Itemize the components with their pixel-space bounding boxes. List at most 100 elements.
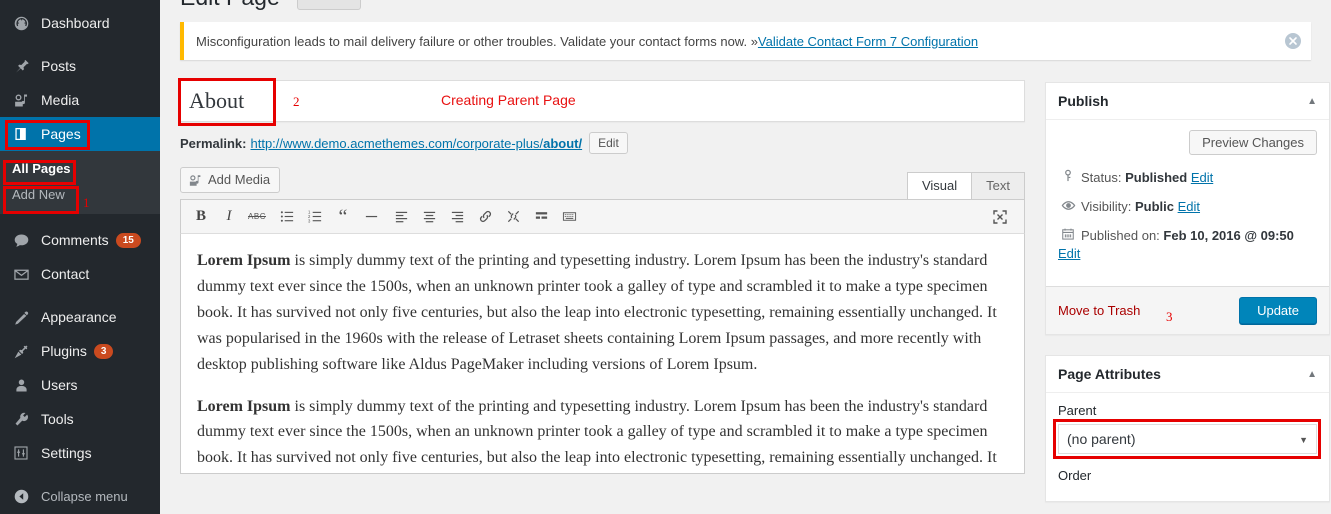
permalink-link[interactable]: http://www.demo.acmethemes.com/corporate… — [250, 136, 582, 151]
sidebar-item-label: Contact — [41, 266, 90, 282]
main-content: Edit Page Misconfiguration leads to mail… — [160, 0, 1331, 514]
sidebar-item-label: Tools — [41, 411, 74, 427]
add-media-button[interactable]: Add Media — [180, 167, 281, 193]
sidebar-divider — [0, 40, 160, 49]
sidebar-item-appearance[interactable]: Appearance — [0, 300, 160, 334]
preview-row: Preview Changes — [1058, 130, 1317, 155]
align-center-icon[interactable] — [415, 204, 443, 230]
sidebar-item-plugins[interactable]: Plugins 3 — [0, 334, 160, 368]
admin-notice: Misconfiguration leads to mail delivery … — [180, 22, 1311, 60]
align-left-icon[interactable] — [387, 204, 415, 230]
horizontal-rule-icon[interactable] — [357, 204, 385, 230]
unlink-icon[interactable] — [499, 204, 527, 230]
add-new-page-button[interactable] — [297, 0, 361, 10]
sidebar-item-all-pages[interactable]: All Pages — [0, 156, 160, 182]
update-button[interactable]: Update — [1239, 297, 1317, 324]
blockquote-icon[interactable]: “ — [329, 204, 357, 230]
key-icon — [1058, 169, 1078, 183]
tab-visual[interactable]: Visual — [906, 172, 973, 200]
visibility-value: Public — [1134, 199, 1174, 214]
notice-link[interactable]: Validate Contact Form 7 Configuration — [758, 34, 978, 49]
published-on-row: Published on: Feb 10, 2016 @ 09:50 Edit — [1058, 227, 1317, 263]
collapse-arrow-icon — [10, 486, 32, 506]
editor-content-area[interactable]: Lorem Ipsum is simply dummy text of the … — [180, 234, 1025, 474]
distraction-free-icon[interactable] — [986, 204, 1014, 230]
media-icon — [10, 90, 32, 110]
status-label: Status: — [1081, 170, 1122, 185]
add-media-label: Add Media — [208, 172, 271, 187]
pages-submenu: All Pages Add New — [0, 151, 160, 214]
order-label: Order — [1058, 468, 1092, 483]
edit-permalink-button[interactable]: Edit — [589, 132, 628, 154]
sidebar-item-posts[interactable]: Posts — [0, 49, 160, 83]
publish-box-title: Publish — [1058, 93, 1109, 109]
submenu-item-label: Add New — [12, 187, 65, 202]
paragraph-body: is simply dummy text of the printing and… — [197, 397, 997, 467]
sidebar-divider — [0, 470, 160, 479]
notice-text: Misconfiguration leads to mail delivery … — [196, 33, 758, 49]
tab-text[interactable]: Text — [971, 172, 1025, 200]
sidebar-item-label: Users — [41, 377, 78, 393]
align-right-icon[interactable] — [443, 204, 471, 230]
edit-status-link[interactable]: Edit — [1191, 169, 1213, 187]
edit-published-date-link[interactable]: Edit — [1058, 245, 1317, 263]
wordpress-admin-edit-page: Dashboard Posts Media Pages All Pages Ad… — [0, 0, 1331, 514]
bulleted-list-icon[interactable] — [273, 204, 301, 230]
sidebar-item-settings[interactable]: Settings — [0, 436, 160, 470]
sidebar-item-label: Appearance — [41, 309, 117, 325]
visibility-label: Visibility: — [1081, 199, 1132, 214]
paragraph-body: is simply dummy text of the printing and… — [197, 252, 997, 373]
numbered-list-icon[interactable]: 123 — [301, 204, 329, 230]
content-editor: Add Media Visual Text B I ABC 123 “ Lore… — [180, 167, 1025, 474]
edit-visibility-link[interactable]: Edit — [1178, 198, 1200, 216]
sidebar-item-tools[interactable]: Tools — [0, 402, 160, 436]
envelope-icon — [10, 264, 32, 284]
editor-column: 2 Creating Parent Page Permalink: http:/… — [178, 78, 1025, 474]
annotation-note-parent-page: Creating Parent Page — [441, 92, 576, 108]
move-to-trash-link[interactable]: Move to Trash — [1058, 303, 1140, 318]
sidebar-item-contact[interactable]: Contact — [0, 257, 160, 291]
chevron-up-icon[interactable]: ▲ — [1307, 96, 1317, 107]
page-attributes-header: Page Attributes ▲ — [1046, 356, 1329, 393]
page-attributes-box: Page Attributes ▲ Parent (no parent) ▼ O… — [1045, 355, 1330, 502]
italic-icon[interactable]: I — [215, 204, 243, 230]
page-title-input[interactable] — [181, 81, 1024, 121]
sidebar-item-label: Posts — [41, 58, 77, 74]
chevron-up-icon[interactable]: ▲ — [1307, 369, 1317, 380]
comments-count-badge: 15 — [115, 232, 141, 248]
sidebar-item-users[interactable]: Users — [0, 368, 160, 402]
insert-link-icon[interactable] — [471, 204, 499, 230]
page-attributes-body: Parent (no parent) ▼ Order — [1046, 393, 1329, 501]
toolbar-toggle-icon[interactable] — [555, 204, 583, 230]
permalink-slug: about/ — [543, 135, 583, 151]
sidebar-item-add-new-page[interactable]: Add New — [0, 182, 160, 208]
bold-icon[interactable]: B — [187, 204, 215, 230]
sidebar-item-label: Settings — [41, 445, 92, 461]
eye-icon — [1058, 198, 1078, 213]
collapse-label: Collapse menu — [41, 488, 128, 504]
wrench-icon — [10, 409, 32, 429]
sidebar-item-media[interactable]: Media — [0, 83, 160, 117]
sidebar-item-dashboard[interactable]: Dashboard — [0, 6, 160, 40]
sidebar-item-label: Comments — [41, 232, 109, 248]
sidebar-collapse-menu[interactable]: Collapse menu — [0, 479, 160, 513]
parent-label: Parent — [1058, 403, 1097, 418]
admin-sidebar: Dashboard Posts Media Pages All Pages Ad… — [0, 0, 168, 514]
sidebar-item-pages[interactable]: Pages — [0, 117, 168, 151]
sidebar-meta-column: Publish ▲ Preview Changes Status: Publis… — [1045, 82, 1330, 514]
plug-icon — [10, 341, 32, 361]
close-icon[interactable] — [1283, 31, 1303, 51]
editor-media-row: Add Media Visual Text — [180, 167, 1025, 200]
submenu-item-label: All Pages — [12, 161, 71, 176]
read-more-icon[interactable] — [527, 204, 555, 230]
pin-icon — [10, 56, 32, 76]
editor-paragraph: Lorem Ipsum is simply dummy text of the … — [197, 394, 1008, 473]
status-value: Published — [1125, 170, 1188, 185]
preview-changes-button[interactable]: Preview Changes — [1189, 130, 1317, 155]
editor-paragraph: Lorem Ipsum is simply dummy text of the … — [197, 248, 1008, 378]
parent-page-select[interactable]: (no parent) — [1058, 424, 1317, 454]
sidebar-item-label: Pages — [41, 126, 81, 142]
sidebar-item-comments[interactable]: Comments 15 — [0, 223, 160, 257]
strikethrough-icon[interactable]: ABC — [243, 204, 271, 230]
editor-mode-tabs: Visual Text — [906, 172, 1025, 200]
